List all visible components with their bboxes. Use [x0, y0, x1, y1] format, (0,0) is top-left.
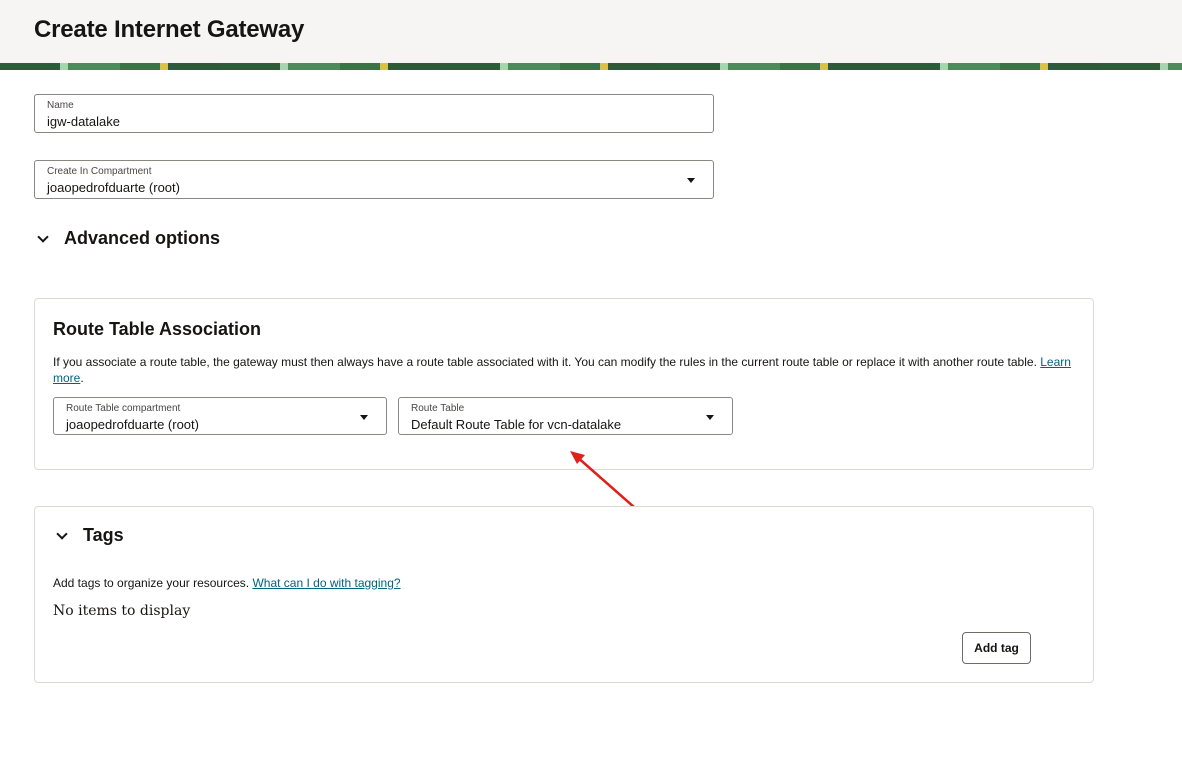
page-header: Create Internet Gateway: [0, 0, 1182, 64]
route-table-compartment-value: joaopedrofduarte (root): [66, 417, 199, 432]
chevron-down-icon[interactable]: [37, 231, 49, 243]
compartment-select[interactable]: Create In Compartment joaopedrofduarte (…: [34, 160, 714, 199]
chevron-down-icon[interactable]: [687, 178, 695, 183]
tags-card: Tags Add tags to organize your resources…: [34, 506, 1094, 683]
route-table-association-title: Route Table Association: [53, 319, 262, 339]
route-table-select[interactable]: Route Table Default Route Table for vcn-…: [398, 397, 733, 435]
chevron-down-icon[interactable]: [706, 415, 714, 420]
route-table-label: Route Table: [411, 403, 465, 414]
name-field-label: Name: [47, 100, 74, 111]
add-tag-button[interactable]: Add tag: [962, 632, 1031, 664]
compartment-select-label: Create In Compartment: [47, 166, 152, 177]
chevron-down-icon[interactable]: [360, 415, 368, 420]
compartment-select-value: joaopedrofduarte (root): [47, 180, 180, 195]
chevron-down-icon[interactable]: [56, 528, 68, 540]
page-title: Create Internet Gateway: [34, 16, 305, 43]
tags-heading[interactable]: Tags: [83, 525, 124, 546]
name-field-value: igw-datalake: [47, 114, 120, 129]
empty-state-text: No items to display: [53, 603, 191, 619]
route-table-description: If you associate a route table, the gate…: [53, 355, 1071, 385]
tagging-help-link[interactable]: What can I do with tagging?: [252, 576, 400, 590]
route-table-description-text: If you associate a route table, the gate…: [53, 355, 1037, 369]
route-table-compartment-select[interactable]: Route Table compartment joaopedrofduarte…: [53, 397, 387, 435]
name-field[interactable]: Name igw-datalake: [34, 94, 714, 133]
tags-description: Add tags to organize your resources. Wha…: [53, 575, 401, 591]
route-table-compartment-label: Route Table compartment: [66, 403, 181, 414]
advanced-options-heading[interactable]: Advanced options: [64, 228, 220, 249]
tags-description-text: Add tags to organize your resources.: [53, 576, 250, 590]
route-table-value: Default Route Table for vcn-datalake: [411, 417, 622, 432]
header-banner: [0, 63, 1182, 70]
